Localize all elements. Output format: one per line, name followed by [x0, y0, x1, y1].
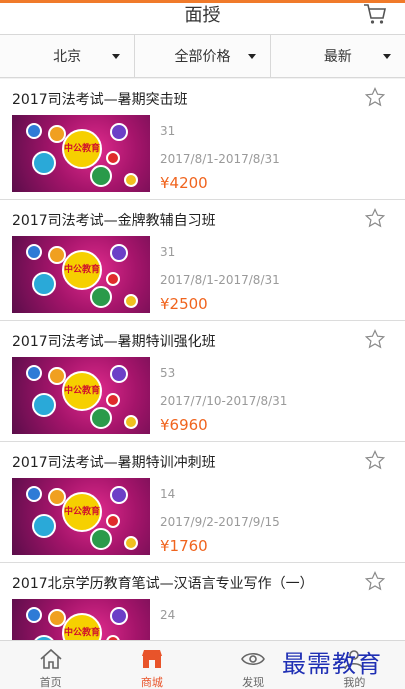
top-navigation-bar: 面授	[0, 0, 405, 34]
filter-bar: 北京 全部价格 最新	[0, 34, 405, 78]
cart-icon[interactable]	[363, 3, 387, 25]
course-title: 2017司法考试—金牌教辅自习班	[12, 213, 216, 229]
tab-shop[interactable]: 商城	[101, 641, 202, 689]
filter-price-label: 全部价格	[174, 49, 231, 65]
course-title: 2017司法考试—暑期特训冲刺班	[12, 455, 216, 471]
course-count: 24	[160, 608, 176, 622]
tab-home-label: 首页	[39, 676, 62, 689]
watermark-text: 最需教育	[282, 650, 382, 678]
filter-city[interactable]: 北京	[0, 35, 134, 77]
course-count: 14	[160, 487, 176, 501]
course-price: ¥1760	[160, 537, 208, 555]
shop-icon	[141, 650, 162, 668]
filter-sort-label: 最新	[323, 49, 352, 65]
caret-down-icon	[247, 54, 256, 59]
course-dates: 2017/7/10-2017/8/31	[160, 394, 288, 408]
course-title: 2017司法考试—暑期突击班	[12, 92, 188, 108]
filter-city-label: 北京	[53, 49, 82, 65]
course-item[interactable]: 2017司法考试—暑期突击班 中公教育 31 2017/8/1-2017/8/3…	[0, 79, 405, 200]
course-title: 2017司法考试—暑期特训强化班	[12, 334, 216, 350]
course-price: ¥2500	[160, 295, 208, 313]
course-count: 31	[160, 124, 176, 138]
caret-down-icon	[382, 54, 391, 59]
course-thumbnail: 中公教育	[12, 236, 150, 313]
thumbnail-logo-text: 中公教育	[62, 492, 102, 532]
home-icon	[40, 648, 62, 669]
course-item[interactable]: 2017司法考试—暑期特训冲刺班 中公教育 14 2017/9/2-2017/9…	[0, 442, 405, 563]
star-icon[interactable]	[365, 571, 385, 591]
course-price: ¥6960	[160, 416, 208, 434]
course-thumbnail: 中公教育	[12, 115, 150, 192]
star-icon[interactable]	[365, 87, 385, 107]
star-icon[interactable]	[365, 450, 385, 470]
course-thumbnail: 中公教育	[12, 357, 150, 434]
course-dates: 2017/8/1-2017/8/31	[160, 152, 280, 166]
course-price: ¥4200	[160, 174, 208, 192]
thumbnail-logo-text: 中公教育	[62, 250, 102, 290]
eye-icon	[241, 652, 266, 666]
page-title: 面授	[184, 5, 221, 26]
star-icon[interactable]	[365, 208, 385, 228]
tab-shop-label: 商城	[140, 676, 163, 689]
tab-home[interactable]: 首页	[0, 641, 101, 689]
course-thumbnail: 中公教育	[12, 478, 150, 555]
course-title: 2017北京学历教育笔试—汉语言专业写作（一）	[12, 576, 314, 592]
course-item[interactable]: 2017司法考试—金牌教辅自习班 中公教育 31 2017/8/1-2017/8…	[0, 200, 405, 321]
star-icon[interactable]	[365, 329, 385, 349]
course-count: 53	[160, 366, 176, 380]
caret-down-icon	[112, 54, 121, 59]
course-dates: 2017/9/2-2017/9/15	[160, 515, 280, 529]
course-list: 2017司法考试—暑期突击班 中公教育 31 2017/8/1-2017/8/3…	[0, 79, 405, 684]
course-count: 31	[160, 245, 176, 259]
thumbnail-logo-text: 中公教育	[62, 129, 102, 169]
course-dates: 2017/8/1-2017/8/31	[160, 273, 280, 287]
thumbnail-logo-text: 中公教育	[62, 371, 102, 411]
course-item[interactable]: 2017司法考试—暑期特训强化班 中公教育 53 2017/7/10-2017/…	[0, 321, 405, 442]
filter-sort[interactable]: 最新	[269, 35, 405, 77]
filter-price[interactable]: 全部价格	[134, 35, 269, 77]
